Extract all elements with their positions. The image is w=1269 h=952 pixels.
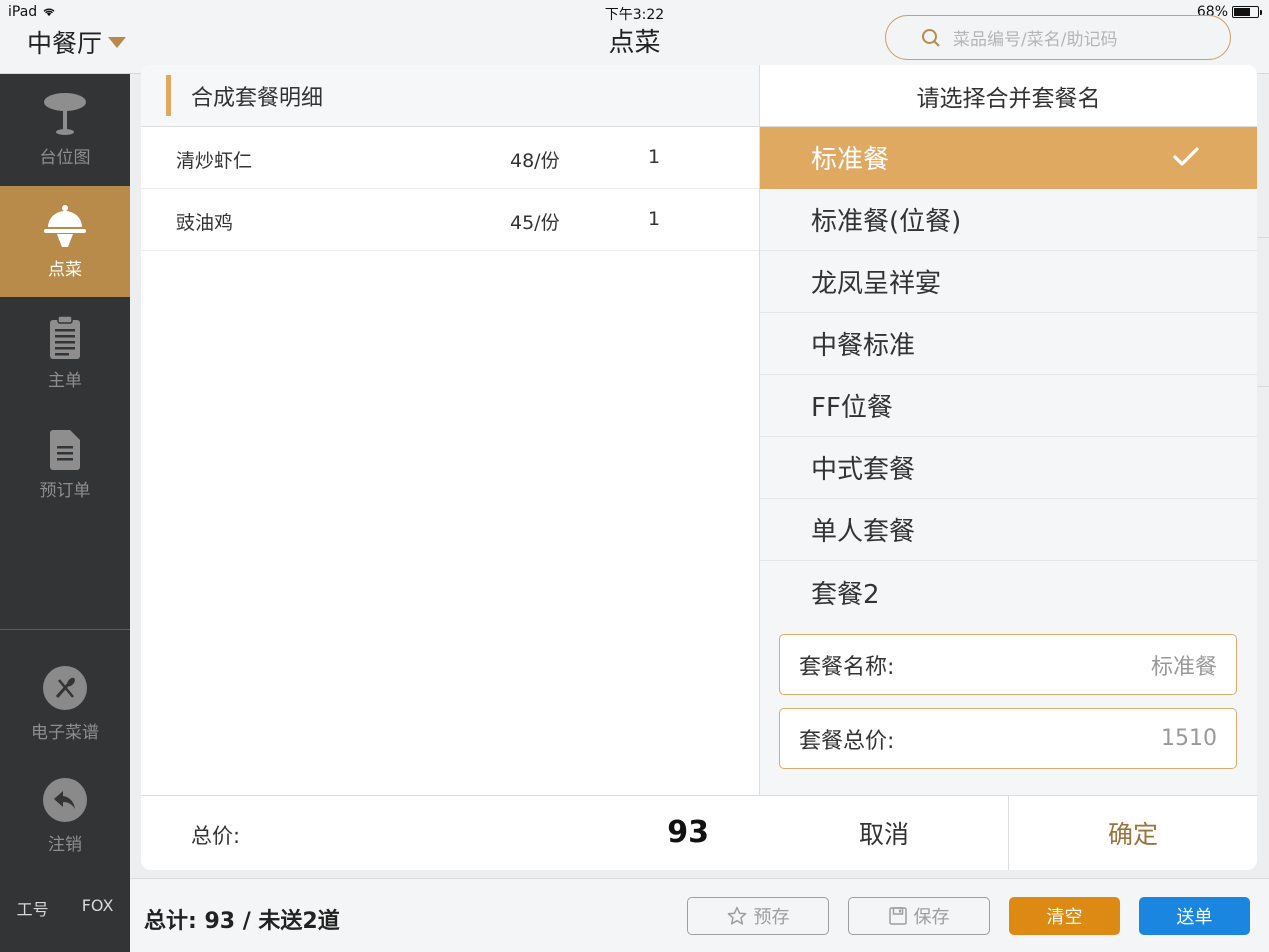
floppy-disk-icon xyxy=(888,907,907,925)
detail-header: 合成套餐明细 xyxy=(141,65,759,127)
restaurant-selector[interactable]: 中餐厅 xyxy=(27,24,127,60)
total-label: 总价: xyxy=(191,824,241,848)
detail-title: 合成套餐明细 xyxy=(191,85,324,111)
save-button[interactable]: 保存 xyxy=(848,897,990,935)
package-option-label: 标准餐 xyxy=(811,145,890,175)
staff-label: 工号 xyxy=(16,900,49,919)
dish-name: 清炒虾仁 xyxy=(176,150,253,172)
staff-info: 工号 FOX xyxy=(0,896,130,920)
sidebar-divider xyxy=(0,629,130,630)
dish-qty: 1 xyxy=(648,146,661,168)
table-icon xyxy=(44,93,86,135)
document-icon xyxy=(50,430,80,470)
dish-name: 豉油鸡 xyxy=(176,212,234,234)
dish-price: 45/份 xyxy=(510,212,560,234)
sidebar-item-reservation[interactable]: 预订单 xyxy=(0,410,130,521)
dropdown-caret-icon xyxy=(108,36,127,48)
prestore-button[interactable]: 预存 xyxy=(687,897,829,935)
dialog-actions: 取消 确定 xyxy=(760,795,1257,870)
package-price-value: 1510 xyxy=(1161,726,1217,751)
sidebar-item-label: 电子菜谱 xyxy=(31,723,99,743)
package-name-value: 标准餐 xyxy=(1150,654,1217,680)
table-row: 豉油鸡 45/份 1 xyxy=(141,189,759,251)
package-select-title: 请选择合并套餐名 xyxy=(760,65,1257,127)
sidebar-item-label: 预订单 xyxy=(39,481,91,501)
search-icon xyxy=(922,29,940,47)
confirm-button[interactable]: 确定 xyxy=(1009,796,1257,870)
sidebar-item-logout[interactable]: 注销 xyxy=(0,778,130,855)
sidebar-item-main-order[interactable]: 主单 xyxy=(0,298,130,409)
clear-button[interactable]: 清空 xyxy=(1009,897,1120,935)
save-label: 保存 xyxy=(913,907,950,928)
table-row: 清炒虾仁 48/份 1 xyxy=(141,127,759,189)
package-option[interactable]: 单人套餐 xyxy=(760,499,1257,561)
sidebar: 台位图 点菜 主单 预订单 电子菜谱 注销 工号 FOX xyxy=(0,74,130,952)
battery-icon xyxy=(1232,6,1262,18)
restaurant-name: 中餐厅 xyxy=(27,29,103,58)
detail-footer: 总价: 93 xyxy=(141,795,760,870)
package-price-field[interactable]: 套餐总价: 1510 xyxy=(779,708,1237,769)
package-option[interactable]: 中式套餐 xyxy=(760,437,1257,499)
cancel-button[interactable]: 取消 xyxy=(760,796,1009,870)
package-option-label: 中餐标准 xyxy=(811,331,916,361)
prestore-label: 预存 xyxy=(753,907,790,928)
background-divider xyxy=(1256,386,1269,387)
staff-name: FOX xyxy=(81,896,114,915)
package-name-label: 套餐名称: xyxy=(799,654,895,680)
order-summary: 总计: 93 / 未送2道 xyxy=(144,909,340,934)
star-icon xyxy=(727,906,746,925)
search-placeholder: 菜品编号/菜名/助记码 xyxy=(953,30,1118,50)
sidebar-item-label: 主单 xyxy=(48,371,82,391)
package-option[interactable]: 标准餐 xyxy=(760,127,1257,189)
clipboard-icon xyxy=(50,316,80,359)
merge-package-dialog: 合成套餐明细 清炒虾仁 48/份 1 豉油鸡 45/份 1 总价: 93 请选择… xyxy=(141,65,1257,870)
accent-bar xyxy=(166,75,171,116)
package-select-panel: 请选择合并套餐名 标准餐 标准餐(位餐) 龙凤呈祥宴 中餐标准 FF位餐 中式套… xyxy=(760,65,1257,870)
sidebar-item-label: 台位图 xyxy=(39,148,91,168)
total-value: 93 xyxy=(667,815,709,850)
send-order-button[interactable]: 送单 xyxy=(1139,897,1250,935)
fork-knife-icon xyxy=(43,666,87,710)
package-option-label: 中式套餐 xyxy=(811,455,916,485)
package-option-label: 标准餐(位餐) xyxy=(811,207,962,237)
sidebar-item-label: 点菜 xyxy=(48,260,82,280)
sidebar-item-e-menu[interactable]: 电子菜谱 xyxy=(0,666,130,743)
dish-price: 48/份 xyxy=(510,150,560,172)
package-option[interactable]: 标准餐(位餐) xyxy=(760,189,1257,251)
bottom-bar: 总计: 93 / 未送2道 预存 保存 清空 送单 xyxy=(130,878,1269,952)
back-arrow-icon xyxy=(43,778,87,822)
dish-qty: 1 xyxy=(648,208,661,230)
package-option-label: 单人套餐 xyxy=(811,517,916,547)
search-input[interactable]: 菜品编号/菜名/助记码 xyxy=(885,15,1231,60)
package-price-label: 套餐总价: xyxy=(799,728,895,754)
header: iPad 下午3:22 68% 中餐厅 点菜 菜品编号/菜名/助记码 xyxy=(0,0,1269,74)
sidebar-item-label: 注销 xyxy=(48,835,82,855)
package-option[interactable]: FF位餐 xyxy=(760,375,1257,437)
background-divider xyxy=(1256,237,1269,238)
package-option[interactable]: 中餐标准 xyxy=(760,313,1257,375)
package-option[interactable]: 套餐2 xyxy=(760,561,1257,623)
package-option[interactable]: 龙凤呈祥宴 xyxy=(760,251,1257,313)
package-name-field[interactable]: 套餐名称: 标准餐 xyxy=(779,634,1237,695)
sidebar-item-order-dishes[interactable]: 点菜 xyxy=(0,186,130,297)
package-option-label: 龙凤呈祥宴 xyxy=(811,269,942,299)
sidebar-item-table-map[interactable]: 台位图 xyxy=(0,74,130,185)
package-detail-panel: 合成套餐明细 清炒虾仁 48/份 1 豉油鸡 45/份 1 总价: 93 xyxy=(141,65,760,870)
checkmark-icon xyxy=(1173,147,1199,166)
package-option-label: 套餐2 xyxy=(811,579,880,610)
package-option-label: FF位餐 xyxy=(811,393,893,423)
serving-cloche-icon xyxy=(44,205,86,247)
